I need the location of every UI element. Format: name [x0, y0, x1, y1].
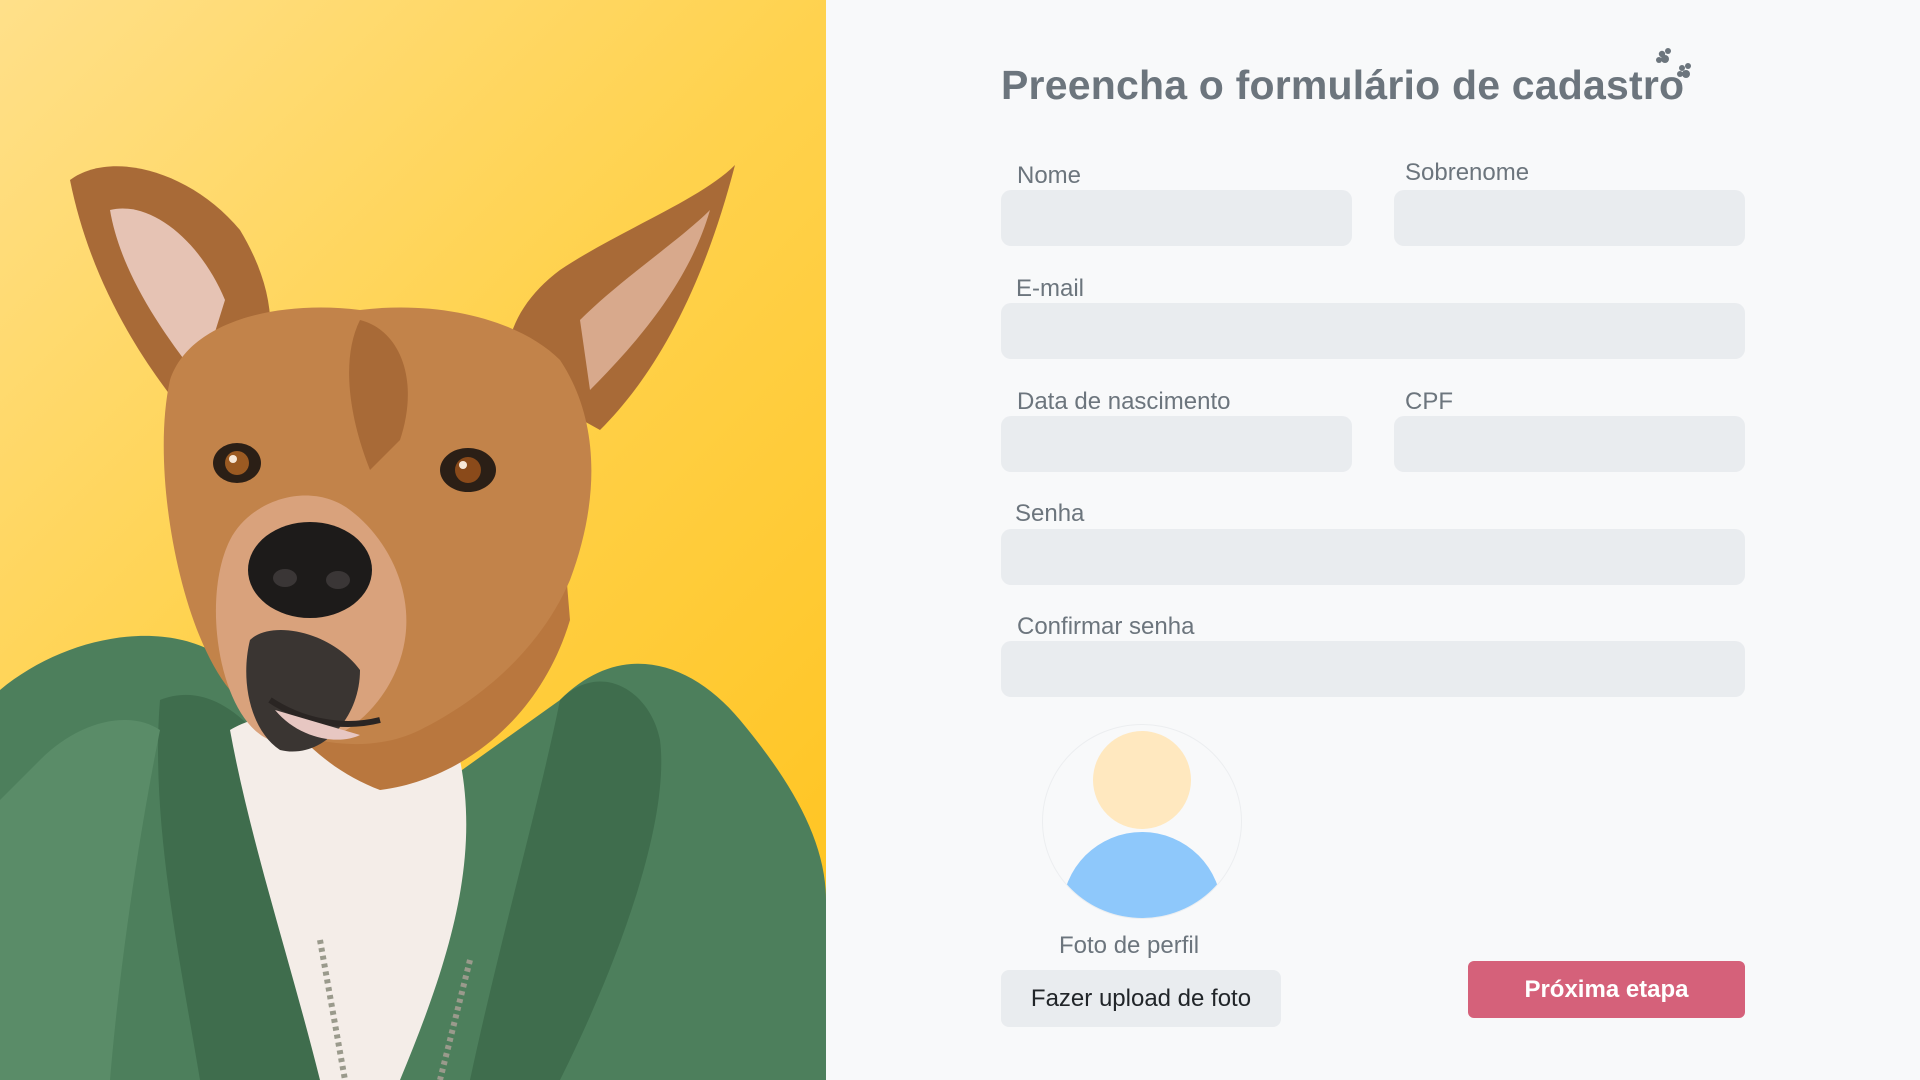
- avatar-head-shape: [1093, 731, 1191, 829]
- birth-date-label: Data de nascimento: [1017, 388, 1231, 415]
- profile-avatar-placeholder: [1042, 724, 1242, 919]
- cpf-input[interactable]: [1394, 416, 1745, 472]
- password-label: Senha: [1015, 500, 1085, 527]
- confirm-password-label: Confirmar senha: [1017, 613, 1195, 640]
- next-step-button[interactable]: Próxima etapa: [1468, 961, 1745, 1018]
- dog-illustration: [0, 165, 826, 1080]
- upload-photo-button[interactable]: Fazer upload de foto: [1001, 970, 1281, 1027]
- last-name-input[interactable]: [1394, 190, 1745, 246]
- cpf-label: CPF: [1405, 388, 1453, 415]
- hero-image: [0, 0, 826, 1080]
- last-name-label: Sobrenome: [1405, 159, 1530, 186]
- email-input[interactable]: [1001, 303, 1745, 359]
- first-name-input[interactable]: [1001, 190, 1352, 246]
- signup-form: Preencha o formulário de cadastro Nome S…: [826, 0, 1920, 1080]
- avatar-body-shape: [1062, 832, 1222, 918]
- profile-photo-caption: Foto de perfil: [1059, 932, 1200, 959]
- signup-page: Preencha o formulário de cadastro Nome S…: [0, 0, 1920, 1080]
- form-title: Preencha o formulário de cadastro: [1001, 62, 1685, 108]
- birth-date-input[interactable]: [1001, 416, 1352, 472]
- password-input[interactable]: [1001, 529, 1745, 585]
- email-label: E-mail: [1016, 275, 1085, 302]
- paw-icon: [1656, 48, 1691, 78]
- confirm-password-input[interactable]: [1001, 641, 1745, 697]
- first-name-label: Nome: [1017, 162, 1082, 189]
